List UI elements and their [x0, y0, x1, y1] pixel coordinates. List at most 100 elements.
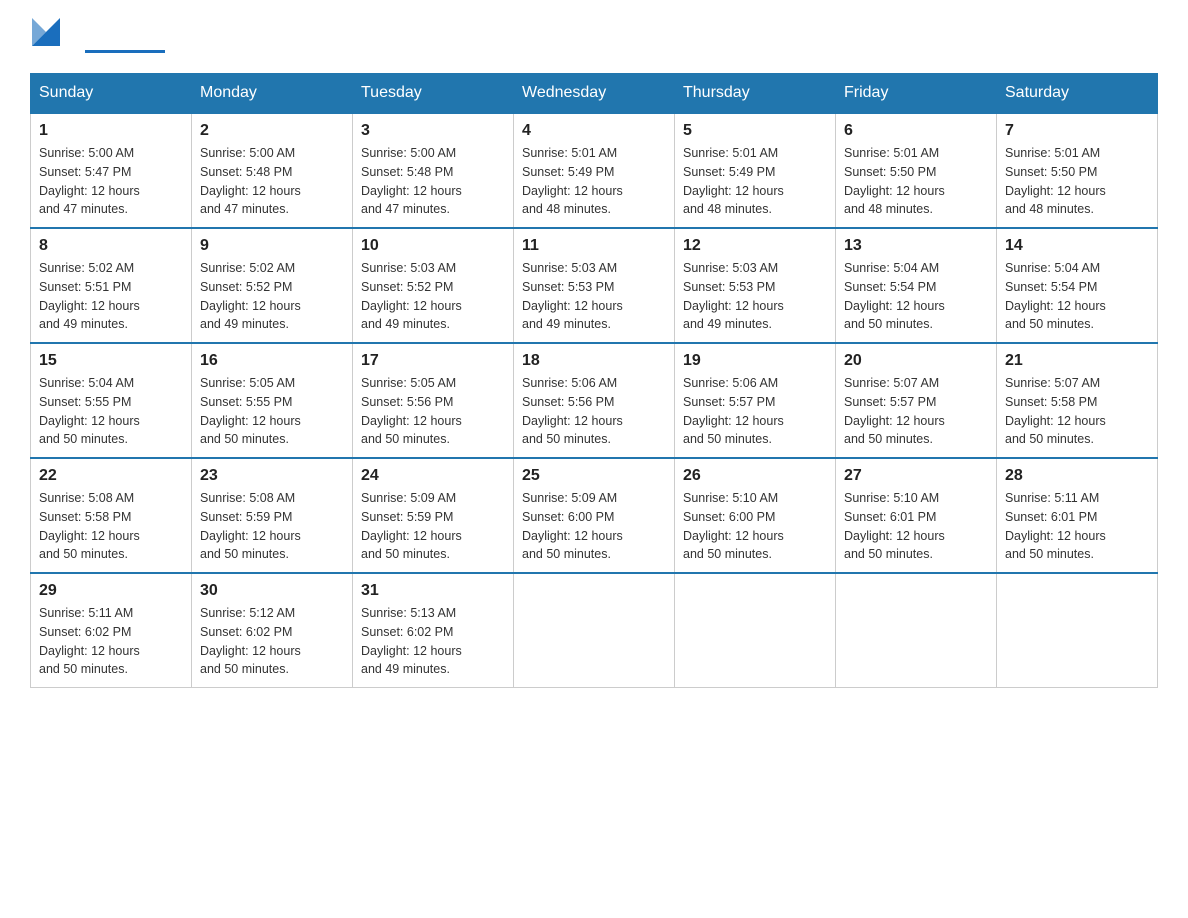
logo	[30, 20, 62, 48]
day-info: Sunrise: 5:10 AM Sunset: 6:00 PM Dayligh…	[683, 489, 827, 564]
calendar-cell: 6 Sunrise: 5:01 AM Sunset: 5:50 PM Dayli…	[836, 113, 997, 228]
calendar-cell	[675, 573, 836, 688]
calendar-cell: 13 Sunrise: 5:04 AM Sunset: 5:54 PM Dayl…	[836, 228, 997, 343]
calendar-cell: 8 Sunrise: 5:02 AM Sunset: 5:51 PM Dayli…	[31, 228, 192, 343]
calendar-cell: 3 Sunrise: 5:00 AM Sunset: 5:48 PM Dayli…	[353, 113, 514, 228]
day-number: 28	[1005, 467, 1149, 485]
calendar-cell: 15 Sunrise: 5:04 AM Sunset: 5:55 PM Dayl…	[31, 343, 192, 458]
day-number: 8	[39, 237, 183, 255]
weekday-header-sunday: Sunday	[31, 74, 192, 114]
day-info: Sunrise: 5:03 AM Sunset: 5:53 PM Dayligh…	[522, 259, 666, 334]
calendar-cell: 11 Sunrise: 5:03 AM Sunset: 5:53 PM Dayl…	[514, 228, 675, 343]
day-info: Sunrise: 5:13 AM Sunset: 6:02 PM Dayligh…	[361, 604, 505, 679]
day-info: Sunrise: 5:08 AM Sunset: 5:58 PM Dayligh…	[39, 489, 183, 564]
calendar-table: SundayMondayTuesdayWednesdayThursdayFrid…	[30, 73, 1158, 688]
week-row-1: 1 Sunrise: 5:00 AM Sunset: 5:47 PM Dayli…	[31, 113, 1158, 228]
calendar-cell: 14 Sunrise: 5:04 AM Sunset: 5:54 PM Dayl…	[997, 228, 1158, 343]
week-row-2: 8 Sunrise: 5:02 AM Sunset: 5:51 PM Dayli…	[31, 228, 1158, 343]
calendar-cell: 22 Sunrise: 5:08 AM Sunset: 5:58 PM Dayl…	[31, 458, 192, 573]
day-number: 9	[200, 237, 344, 255]
day-info: Sunrise: 5:09 AM Sunset: 6:00 PM Dayligh…	[522, 489, 666, 564]
day-number: 10	[361, 237, 505, 255]
weekday-header-row: SundayMondayTuesdayWednesdayThursdayFrid…	[31, 74, 1158, 114]
day-info: Sunrise: 5:01 AM Sunset: 5:50 PM Dayligh…	[1005, 144, 1149, 219]
day-info: Sunrise: 5:02 AM Sunset: 5:52 PM Dayligh…	[200, 259, 344, 334]
day-info: Sunrise: 5:04 AM Sunset: 5:54 PM Dayligh…	[1005, 259, 1149, 334]
calendar-cell: 2 Sunrise: 5:00 AM Sunset: 5:48 PM Dayli…	[192, 113, 353, 228]
weekday-header-monday: Monday	[192, 74, 353, 114]
day-number: 14	[1005, 237, 1149, 255]
weekday-header-friday: Friday	[836, 74, 997, 114]
day-info: Sunrise: 5:03 AM Sunset: 5:52 PM Dayligh…	[361, 259, 505, 334]
calendar-cell: 30 Sunrise: 5:12 AM Sunset: 6:02 PM Dayl…	[192, 573, 353, 688]
day-number: 2	[200, 122, 344, 140]
calendar-cell	[836, 573, 997, 688]
day-info: Sunrise: 5:11 AM Sunset: 6:02 PM Dayligh…	[39, 604, 183, 679]
day-info: Sunrise: 5:06 AM Sunset: 5:57 PM Dayligh…	[683, 374, 827, 449]
day-number: 31	[361, 582, 505, 600]
day-info: Sunrise: 5:00 AM Sunset: 5:48 PM Dayligh…	[200, 144, 344, 219]
day-number: 15	[39, 352, 183, 370]
week-row-3: 15 Sunrise: 5:04 AM Sunset: 5:55 PM Dayl…	[31, 343, 1158, 458]
calendar-cell: 21 Sunrise: 5:07 AM Sunset: 5:58 PM Dayl…	[997, 343, 1158, 458]
day-info: Sunrise: 5:00 AM Sunset: 5:48 PM Dayligh…	[361, 144, 505, 219]
day-info: Sunrise: 5:11 AM Sunset: 6:01 PM Dayligh…	[1005, 489, 1149, 564]
week-row-4: 22 Sunrise: 5:08 AM Sunset: 5:58 PM Dayl…	[31, 458, 1158, 573]
day-info: Sunrise: 5:10 AM Sunset: 6:01 PM Dayligh…	[844, 489, 988, 564]
calendar-cell: 5 Sunrise: 5:01 AM Sunset: 5:49 PM Dayli…	[675, 113, 836, 228]
day-number: 25	[522, 467, 666, 485]
day-number: 17	[361, 352, 505, 370]
day-info: Sunrise: 5:02 AM Sunset: 5:51 PM Dayligh…	[39, 259, 183, 334]
day-info: Sunrise: 5:04 AM Sunset: 5:55 PM Dayligh…	[39, 374, 183, 449]
day-number: 29	[39, 582, 183, 600]
day-number: 18	[522, 352, 666, 370]
day-info: Sunrise: 5:05 AM Sunset: 5:56 PM Dayligh…	[361, 374, 505, 449]
page-header	[30, 20, 1158, 53]
week-row-5: 29 Sunrise: 5:11 AM Sunset: 6:02 PM Dayl…	[31, 573, 1158, 688]
calendar-cell: 9 Sunrise: 5:02 AM Sunset: 5:52 PM Dayli…	[192, 228, 353, 343]
day-number: 24	[361, 467, 505, 485]
calendar-cell: 20 Sunrise: 5:07 AM Sunset: 5:57 PM Dayl…	[836, 343, 997, 458]
day-info: Sunrise: 5:04 AM Sunset: 5:54 PM Dayligh…	[844, 259, 988, 334]
day-number: 11	[522, 237, 666, 255]
calendar-cell: 24 Sunrise: 5:09 AM Sunset: 5:59 PM Dayl…	[353, 458, 514, 573]
day-info: Sunrise: 5:01 AM Sunset: 5:49 PM Dayligh…	[683, 144, 827, 219]
day-info: Sunrise: 5:06 AM Sunset: 5:56 PM Dayligh…	[522, 374, 666, 449]
day-number: 21	[1005, 352, 1149, 370]
weekday-header-saturday: Saturday	[997, 74, 1158, 114]
calendar-cell: 4 Sunrise: 5:01 AM Sunset: 5:49 PM Dayli…	[514, 113, 675, 228]
calendar-cell: 18 Sunrise: 5:06 AM Sunset: 5:56 PM Dayl…	[514, 343, 675, 458]
calendar-cell: 26 Sunrise: 5:10 AM Sunset: 6:00 PM Dayl…	[675, 458, 836, 573]
calendar-cell: 29 Sunrise: 5:11 AM Sunset: 6:02 PM Dayl…	[31, 573, 192, 688]
day-number: 20	[844, 352, 988, 370]
calendar-cell: 28 Sunrise: 5:11 AM Sunset: 6:01 PM Dayl…	[997, 458, 1158, 573]
calendar-cell: 19 Sunrise: 5:06 AM Sunset: 5:57 PM Dayl…	[675, 343, 836, 458]
calendar-cell	[514, 573, 675, 688]
day-info: Sunrise: 5:01 AM Sunset: 5:49 PM Dayligh…	[522, 144, 666, 219]
calendar-cell: 25 Sunrise: 5:09 AM Sunset: 6:00 PM Dayl…	[514, 458, 675, 573]
day-number: 13	[844, 237, 988, 255]
calendar-cell: 12 Sunrise: 5:03 AM Sunset: 5:53 PM Dayl…	[675, 228, 836, 343]
day-number: 1	[39, 122, 183, 140]
day-info: Sunrise: 5:12 AM Sunset: 6:02 PM Dayligh…	[200, 604, 344, 679]
day-number: 26	[683, 467, 827, 485]
day-info: Sunrise: 5:07 AM Sunset: 5:58 PM Dayligh…	[1005, 374, 1149, 449]
day-info: Sunrise: 5:03 AM Sunset: 5:53 PM Dayligh…	[683, 259, 827, 334]
calendar-cell: 27 Sunrise: 5:10 AM Sunset: 6:01 PM Dayl…	[836, 458, 997, 573]
weekday-header-thursday: Thursday	[675, 74, 836, 114]
calendar-cell: 1 Sunrise: 5:00 AM Sunset: 5:47 PM Dayli…	[31, 113, 192, 228]
logo-underline	[85, 50, 165, 53]
day-number: 7	[1005, 122, 1149, 140]
day-number: 3	[361, 122, 505, 140]
day-number: 19	[683, 352, 827, 370]
day-number: 30	[200, 582, 344, 600]
day-info: Sunrise: 5:09 AM Sunset: 5:59 PM Dayligh…	[361, 489, 505, 564]
calendar-cell: 31 Sunrise: 5:13 AM Sunset: 6:02 PM Dayl…	[353, 573, 514, 688]
calendar-cell: 7 Sunrise: 5:01 AM Sunset: 5:50 PM Dayli…	[997, 113, 1158, 228]
logo-area	[30, 20, 165, 53]
calendar-cell: 23 Sunrise: 5:08 AM Sunset: 5:59 PM Dayl…	[192, 458, 353, 573]
calendar-cell: 10 Sunrise: 5:03 AM Sunset: 5:52 PM Dayl…	[353, 228, 514, 343]
day-number: 16	[200, 352, 344, 370]
calendar-cell: 17 Sunrise: 5:05 AM Sunset: 5:56 PM Dayl…	[353, 343, 514, 458]
day-info: Sunrise: 5:07 AM Sunset: 5:57 PM Dayligh…	[844, 374, 988, 449]
